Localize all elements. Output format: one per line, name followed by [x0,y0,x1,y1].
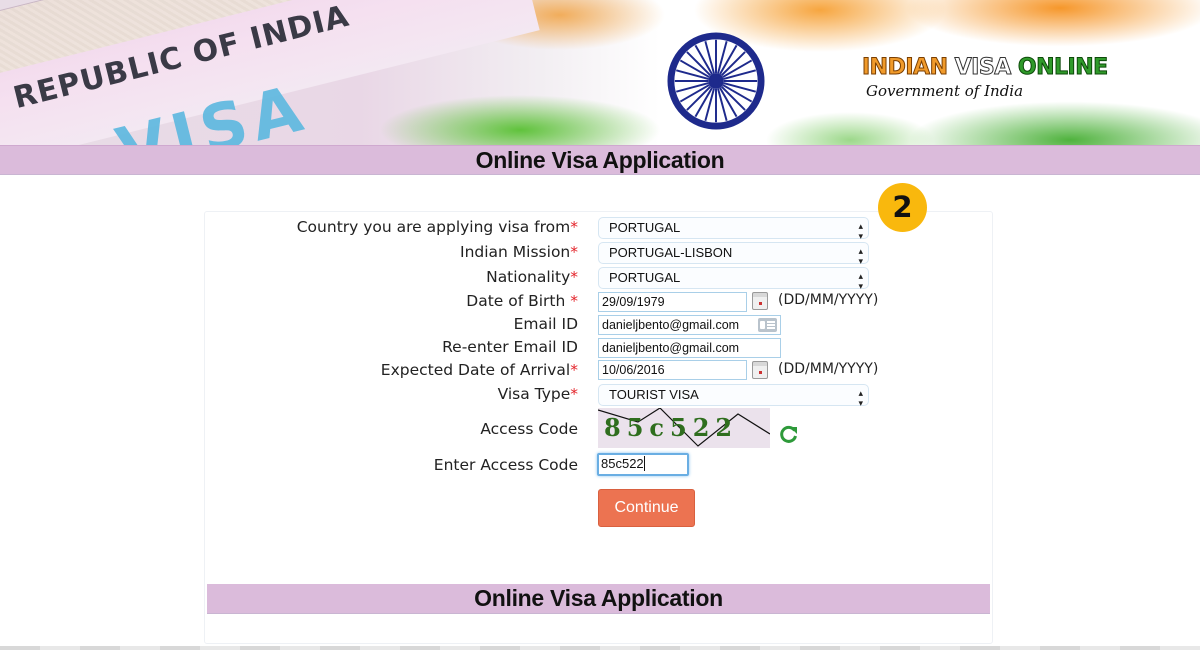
continue-button[interactable]: Continue [598,489,695,527]
visa-type-select[interactable]: TOURIST VISA ▴ ▾ [598,384,869,408]
step-badge: 2 [878,183,927,232]
calendar-icon[interactable] [752,292,768,310]
mission-select[interactable]: PORTUGAL-LISBON ▴ ▾ [598,242,869,266]
ashoka-chakra-icon [667,32,765,130]
select-arrows-icon: ▴ ▾ [858,246,863,266]
enter-access-code-label: Enter Access Code [433,456,578,474]
nationality-select[interactable]: PORTUGAL ▴ ▾ [598,267,869,291]
page-title: Online Visa Application [475,147,725,173]
text-caret [643,456,645,471]
mission-label: Indian Mission* [460,243,578,261]
arrival-date-input[interactable]: 10/06/2016 [598,360,747,380]
email-label: Email ID [513,315,578,333]
visa-type-label: Visa Type* [497,385,578,403]
dob-format-hint: (DD/MM/YYYY) [778,292,879,308]
select-arrows-icon: ▴ ▾ [858,221,863,241]
required-marker: * [570,385,578,403]
required-marker: * [570,243,578,261]
refresh-captcha-icon[interactable] [779,424,799,444]
captcha-text: 85c522 [604,413,739,442]
dob-label: Date of Birth * [466,292,578,310]
nationality-label: Nationality* [486,268,578,286]
select-arrows-icon: ▴ ▾ [858,388,863,408]
country-label: Country you are applying visa from* [296,218,578,236]
footer-title-bar: Online Visa Application [207,584,990,614]
required-marker: * [570,361,578,379]
page-title-bar: Online Visa Application [0,145,1200,175]
site-logo-subtitle: Government of India [866,82,1024,100]
select-arrows-icon: ▴ ▾ [858,271,863,291]
arrival-date-label: Expected Date of Arrival* [380,361,578,379]
site-logo-title: INDIAN VISA ONLINE [861,55,1108,81]
dob-input[interactable]: 29/09/1979 [598,292,747,312]
email-confirm-label: Re-enter Email ID [442,338,578,356]
footer-title: Online Visa Application [474,585,723,611]
access-code-input[interactable]: 85c522 [597,453,689,476]
calendar-icon[interactable] [752,361,768,379]
email-confirm-input[interactable]: danieljbento@gmail.com [598,338,781,358]
arrival-format-hint: (DD/MM/YYYY) [778,361,879,377]
required-marker: * [570,218,578,236]
access-code-label: Access Code [480,420,578,438]
required-marker: * [570,292,578,310]
required-marker: * [570,268,578,286]
contact-card-icon[interactable] [758,318,777,332]
country-select[interactable]: PORTUGAL ▴ ▾ [598,217,869,241]
captcha-image: 85c522 [598,408,770,448]
page-bottom-edge [0,646,1200,650]
email-input[interactable]: danieljbento@gmail.com [598,315,781,335]
header-banner: REPUBLIC OF INDIA VISA INDIAN VISA ONLIN… [0,0,1200,145]
